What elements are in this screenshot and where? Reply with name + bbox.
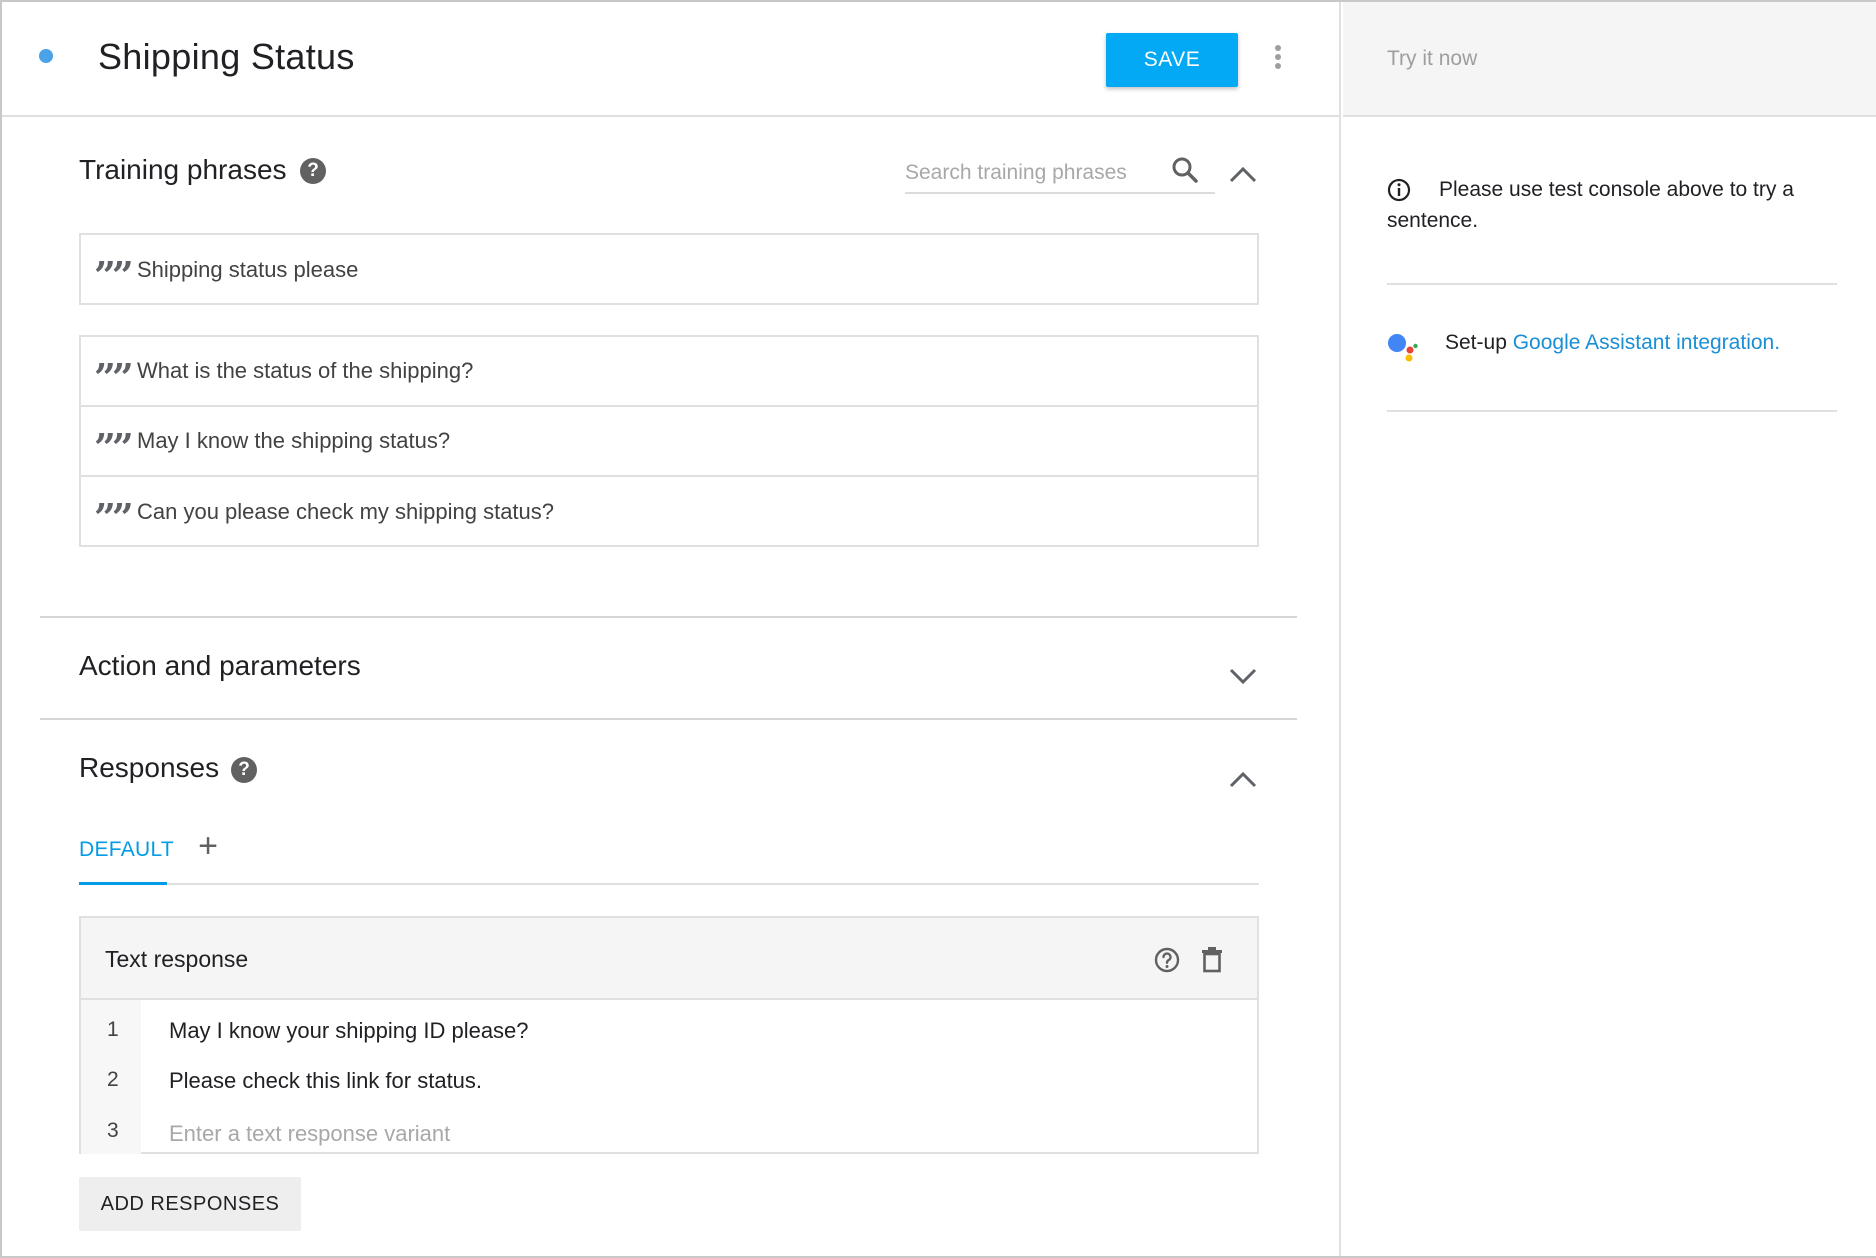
chevron-up-icon[interactable]: [1228, 164, 1258, 184]
line-number: 2: [107, 1068, 119, 1091]
quote-icon: ””: [94, 253, 134, 298]
phrase-text[interactable]: Shipping status please: [137, 257, 358, 283]
intent-header: Shipping Status SAVE: [2, 2, 1341, 117]
help-icon[interactable]: ?: [231, 757, 257, 783]
text-response-title: Text response: [105, 946, 249, 972]
phrase-text[interactable]: Can you please check my shipping status?: [137, 499, 554, 525]
add-responses-button[interactable]: ADD RESPONSES: [79, 1177, 301, 1231]
responses-title: Responses: [79, 752, 220, 783]
line-number: 1: [107, 1018, 119, 1041]
phrase-text[interactable]: May I know the shipping status?: [137, 428, 450, 454]
quote-icon: ””: [94, 495, 134, 540]
test-console: Please use test console above to try a s…: [1343, 2, 1876, 1256]
quote-icon: ””: [94, 425, 134, 470]
search-training-phrases-input[interactable]: [905, 154, 1215, 194]
response-text[interactable]: May I know your shipping ID please?: [169, 1018, 529, 1044]
response-line[interactable]: 3 Enter a text response variant: [81, 1110, 1257, 1160]
app-frame: Shipping Status SAVE Training phrases ? …: [0, 0, 1876, 1258]
phrase-row[interactable]: ”” Shipping status please: [81, 235, 1257, 305]
chevron-up-icon[interactable]: [1228, 769, 1258, 789]
setup-prefix: Set-up: [1445, 331, 1513, 354]
text-response-card: Text response 1 May I know your shipping…: [79, 916, 1259, 1154]
training-phrases-title: Training phrases: [79, 154, 287, 185]
phrase-row[interactable]: ”” Can you please check my shipping stat…: [81, 477, 1257, 547]
side-divider: [1387, 283, 1837, 285]
tab-default[interactable]: DEFAULT: [79, 838, 174, 862]
phrase-text[interactable]: What is the status of the shipping?: [137, 358, 473, 384]
more-vert-icon[interactable]: [1270, 42, 1286, 72]
test-console-header: [1343, 2, 1876, 117]
response-line[interactable]: 1 May I know your shipping ID please?: [81, 1010, 1257, 1060]
chevron-down-icon[interactable]: [1228, 666, 1258, 686]
phrase-row[interactable]: ”” May I know the shipping status?: [81, 407, 1257, 477]
info-message: Please use test console above to try a s…: [1387, 174, 1827, 236]
line-number: 3: [107, 1119, 119, 1142]
google-assistant-integration-link[interactable]: Google Assistant integration.: [1513, 331, 1780, 354]
intent-editor: Shipping Status SAVE Training phrases ? …: [2, 2, 1341, 1256]
search-icon[interactable]: [1170, 155, 1200, 185]
intent-title[interactable]: Shipping Status: [98, 36, 355, 78]
text-response-header: Text response: [81, 918, 1257, 1000]
info-icon: [1387, 178, 1411, 202]
section-divider: [40, 718, 1297, 720]
action-parameters-title[interactable]: Action and parameters: [79, 650, 361, 682]
quote-icon: ””: [94, 355, 134, 400]
phrase-list: ”” What is the status of the shipping? ”…: [79, 335, 1259, 547]
status-dot: [39, 49, 53, 63]
help-icon[interactable]: ?: [300, 158, 326, 184]
response-variant-input[interactable]: Enter a text response variant: [169, 1121, 450, 1147]
side-divider: [1387, 410, 1837, 412]
google-assistant-logo: [1388, 334, 1418, 362]
section-divider: [40, 616, 1297, 618]
trash-icon[interactable]: [1199, 945, 1225, 973]
try-it-now-input[interactable]: [1387, 42, 1827, 76]
add-icon[interactable]: +: [195, 829, 221, 863]
tab-default-indicator: [79, 882, 167, 885]
tabs-baseline: [79, 883, 1259, 885]
assistant-setup: Set-up Google Assistant integration.: [1445, 331, 1780, 355]
phrase-row[interactable]: ”” What is the status of the shipping?: [81, 337, 1257, 407]
save-button[interactable]: SAVE: [1106, 33, 1238, 87]
response-line[interactable]: 2 Please check this link for status.: [81, 1060, 1257, 1110]
info-text: Please use test console above to try a s…: [1387, 178, 1794, 232]
response-text[interactable]: Please check this link for status.: [169, 1068, 482, 1094]
new-phrase-box[interactable]: ”” Shipping status please: [79, 233, 1259, 305]
help-outline-icon[interactable]: [1153, 946, 1181, 974]
